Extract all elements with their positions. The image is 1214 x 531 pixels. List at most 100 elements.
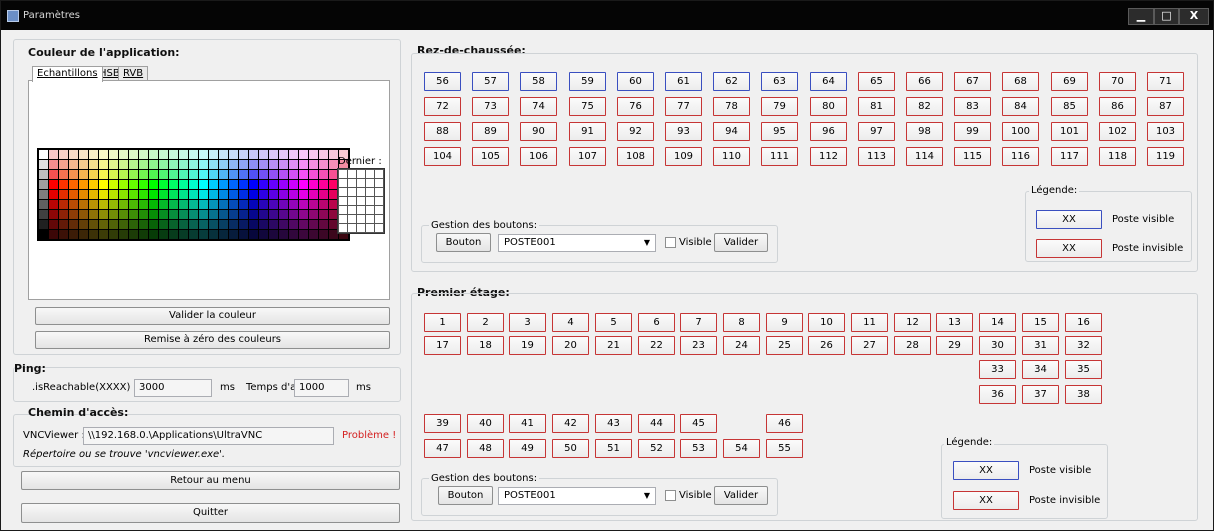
color-swatch[interactable] — [139, 160, 148, 169]
color-swatch[interactable] — [299, 190, 308, 199]
color-swatch[interactable] — [79, 180, 88, 189]
color-swatch[interactable] — [59, 180, 68, 189]
color-swatch[interactable] — [89, 220, 98, 229]
color-swatch[interactable] — [269, 180, 278, 189]
post-button-47[interactable]: 47 — [424, 439, 461, 458]
post-button-119[interactable]: 119 — [1147, 147, 1184, 166]
color-swatch[interactable] — [109, 210, 118, 219]
color-swatch[interactable] — [49, 230, 58, 239]
post-button-18[interactable]: 18 — [467, 336, 504, 355]
color-swatch[interactable] — [319, 190, 328, 199]
recent-swatch[interactable] — [348, 179, 356, 187]
post-button-89[interactable]: 89 — [472, 122, 509, 141]
color-swatch[interactable] — [149, 210, 158, 219]
color-swatch[interactable] — [279, 210, 288, 219]
color-swatch[interactable] — [129, 160, 138, 169]
post-button-4[interactable]: 4 — [552, 313, 589, 332]
post-button-87[interactable]: 87 — [1147, 97, 1184, 116]
color-swatch[interactable] — [209, 160, 218, 169]
color-swatch[interactable] — [49, 170, 58, 179]
post-button-88[interactable]: 88 — [424, 122, 461, 141]
color-swatch[interactable] — [179, 230, 188, 239]
post-button-74[interactable]: 74 — [520, 97, 557, 116]
color-swatch[interactable] — [309, 180, 318, 189]
color-swatch[interactable] — [159, 220, 168, 229]
post-button-31[interactable]: 31 — [1022, 336, 1059, 355]
color-swatch[interactable] — [259, 210, 268, 219]
color-swatch[interactable] — [269, 190, 278, 199]
bouton-button[interactable]: Bouton — [436, 233, 491, 252]
color-swatch[interactable] — [219, 150, 228, 159]
post-button-75[interactable]: 75 — [569, 97, 606, 116]
color-swatch[interactable] — [259, 160, 268, 169]
color-swatch[interactable] — [229, 230, 238, 239]
color-swatch[interactable] — [289, 230, 298, 239]
color-swatch[interactable] — [49, 220, 58, 229]
color-swatch[interactable] — [209, 150, 218, 159]
post-button-7[interactable]: 7 — [680, 313, 717, 332]
color-swatch[interactable] — [159, 230, 168, 239]
color-swatch[interactable] — [79, 150, 88, 159]
color-swatch[interactable] — [49, 200, 58, 209]
color-swatch[interactable] — [39, 190, 48, 199]
color-swatch[interactable] — [49, 180, 58, 189]
color-swatch[interactable] — [269, 230, 278, 239]
color-swatch[interactable] — [319, 170, 328, 179]
color-swatch[interactable] — [289, 220, 298, 229]
post-button-16[interactable]: 16 — [1065, 313, 1102, 332]
post-button-24[interactable]: 24 — [723, 336, 760, 355]
color-swatch[interactable] — [289, 210, 298, 219]
tab-echantillons[interactable]: Echantillons — [32, 66, 103, 82]
color-swatch[interactable] — [139, 150, 148, 159]
color-swatch[interactable] — [239, 160, 248, 169]
color-swatch[interactable] — [69, 220, 78, 229]
recent-swatch[interactable] — [366, 170, 374, 178]
color-swatch[interactable] — [249, 190, 258, 199]
color-swatch[interactable] — [239, 170, 248, 179]
recent-swatch[interactable] — [357, 224, 365, 232]
post-button-35[interactable]: 35 — [1065, 360, 1102, 379]
color-swatch[interactable] — [299, 160, 308, 169]
color-swatch[interactable] — [279, 170, 288, 179]
color-swatch[interactable] — [209, 190, 218, 199]
color-swatch[interactable] — [299, 170, 308, 179]
color-swatch[interactable] — [259, 170, 268, 179]
post-button-116[interactable]: 116 — [1002, 147, 1039, 166]
color-swatch[interactable] — [159, 150, 168, 159]
validate-button[interactable]: Valider — [714, 233, 768, 252]
color-swatch[interactable] — [169, 230, 178, 239]
color-swatch[interactable] — [39, 210, 48, 219]
color-swatch[interactable] — [289, 150, 298, 159]
color-swatch[interactable] — [239, 150, 248, 159]
post-button-34[interactable]: 34 — [1022, 360, 1059, 379]
color-swatch[interactable] — [69, 190, 78, 199]
post-button-111[interactable]: 111 — [761, 147, 798, 166]
color-swatch[interactable] — [189, 230, 198, 239]
post-button-98[interactable]: 98 — [906, 122, 943, 141]
post-button-8[interactable]: 8 — [723, 313, 760, 332]
recent-swatch[interactable] — [357, 197, 365, 205]
color-swatch[interactable] — [109, 230, 118, 239]
recent-swatch[interactable] — [357, 170, 365, 178]
post-button-29[interactable]: 29 — [936, 336, 973, 355]
color-swatch[interactable] — [109, 200, 118, 209]
post-button-105[interactable]: 105 — [472, 147, 509, 166]
recent-swatch[interactable] — [366, 179, 374, 187]
post-button-55[interactable]: 55 — [766, 439, 803, 458]
post-button-90[interactable]: 90 — [520, 122, 557, 141]
post-button-61[interactable]: 61 — [665, 72, 702, 91]
color-swatch[interactable] — [109, 190, 118, 199]
post-button-92[interactable]: 92 — [617, 122, 654, 141]
post-button-78[interactable]: 78 — [713, 97, 750, 116]
color-swatch[interactable] — [249, 160, 258, 169]
color-swatch[interactable] — [199, 200, 208, 209]
color-swatch[interactable] — [249, 150, 258, 159]
color-swatch[interactable] — [169, 170, 178, 179]
color-swatch[interactable] — [249, 180, 258, 189]
color-swatch[interactable] — [279, 160, 288, 169]
bouton-button-2[interactable]: Bouton — [438, 486, 493, 505]
post-button-102[interactable]: 102 — [1099, 122, 1136, 141]
post-button-63[interactable]: 63 — [761, 72, 798, 91]
post-button-56[interactable]: 56 — [424, 72, 461, 91]
recent-swatch[interactable] — [375, 197, 383, 205]
